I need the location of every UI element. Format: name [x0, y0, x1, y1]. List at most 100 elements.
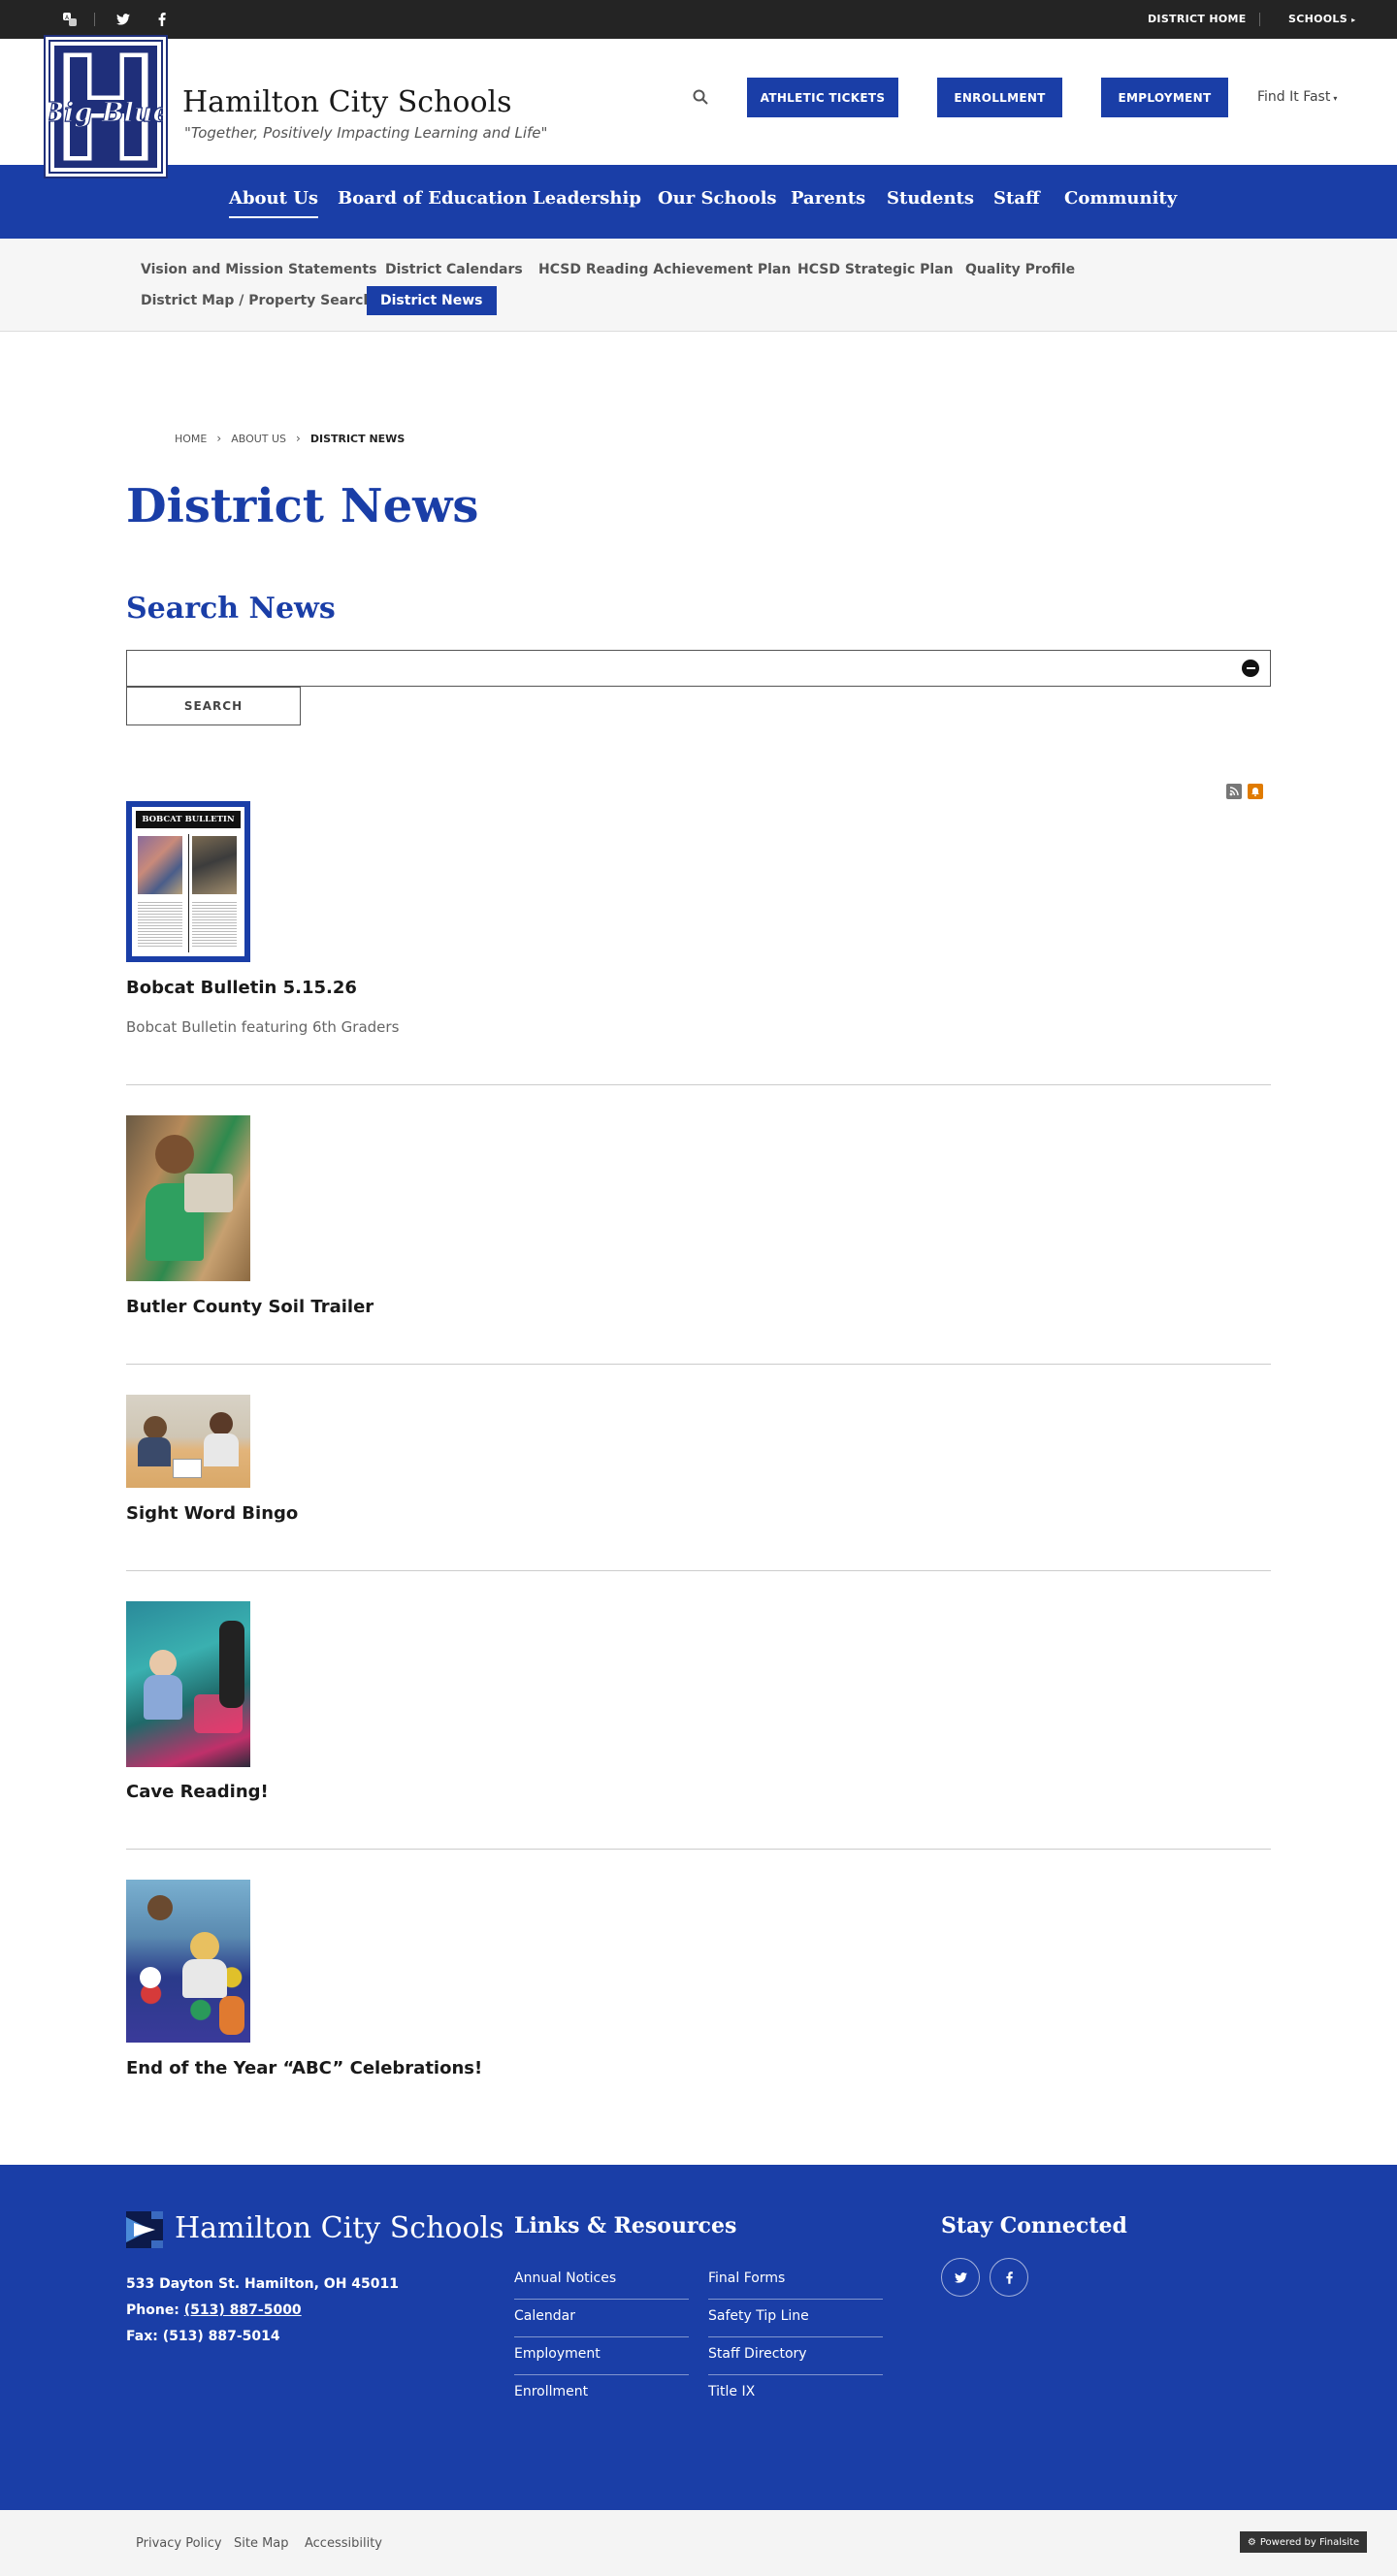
- phone-link[interactable]: (513) 887-5000: [184, 2302, 302, 2318]
- stay-connected-heading: Stay Connected: [941, 2213, 1127, 2238]
- news-thumbnail[interactable]: [126, 1880, 250, 2043]
- schools-dropdown[interactable]: SCHOOLS ▸: [1288, 13, 1355, 25]
- news-title[interactable]: Bobcat Bulletin 5.15.26: [126, 978, 357, 998]
- athletic-tickets-button[interactable]: ATHLETIC TICKETS: [747, 78, 898, 117]
- footer-link-staff-directory[interactable]: Staff Directory: [708, 2337, 883, 2375]
- powered-by-label: Powered by Finalsite: [1259, 2536, 1360, 2548]
- footer-logo-icon: [126, 2211, 163, 2248]
- nav-our-schools[interactable]: Our Schools: [658, 188, 777, 209]
- finalsite-icon: ⚙: [1247, 2536, 1256, 2548]
- caret-down-icon: ▾: [1333, 94, 1338, 103]
- news-thumbnail[interactable]: BOBCAT BULLETIN: [126, 801, 250, 962]
- footer-link-enrollment[interactable]: Enrollment: [514, 2375, 689, 2413]
- phone-label: Phone:: [126, 2302, 179, 2318]
- footer-link-final-forms[interactable]: Final Forms: [708, 2262, 883, 2300]
- search-icon[interactable]: [693, 89, 712, 109]
- footer-link-employment[interactable]: Employment: [514, 2337, 689, 2375]
- enrollment-button[interactable]: ENROLLMENT: [937, 78, 1062, 117]
- facebook-icon[interactable]: [152, 10, 172, 29]
- breadcrumb-current: DISTRICT NEWS: [309, 432, 406, 445]
- news-item: BOBCAT BULLETIN Bobcat Bulletin 5.15.26 …: [126, 801, 1271, 1053]
- nav-staff[interactable]: Staff: [993, 188, 1040, 209]
- news-title[interactable]: Cave Reading!: [126, 1782, 269, 1802]
- nav-students[interactable]: Students: [887, 188, 974, 209]
- employment-button[interactable]: EMPLOYMENT: [1101, 78, 1228, 117]
- accessibility-link[interactable]: Accessibility: [305, 2536, 382, 2551]
- news-title[interactable]: Sight Word Bingo: [126, 1503, 298, 1524]
- footer-link-safety-tip-line[interactable]: Safety Tip Line: [708, 2300, 883, 2337]
- subnav-quality-profile[interactable]: Quality Profile: [952, 255, 1088, 284]
- fax-number: (513) 887-5014: [162, 2329, 280, 2344]
- page-title: District News: [126, 479, 479, 533]
- bulletin-masthead: BOBCAT BULLETIN: [136, 811, 241, 828]
- news-title[interactable]: Butler County Soil Trailer: [126, 1297, 374, 1317]
- rss-icon[interactable]: [1226, 784, 1242, 799]
- twitter-icon[interactable]: [114, 10, 133, 29]
- search-button[interactable]: SEARCH: [126, 687, 301, 725]
- footer-fax: Fax: (513) 887-5014: [126, 2324, 399, 2350]
- subnav-strategic-plan[interactable]: HCSD Strategic Plan: [784, 255, 967, 284]
- nav-board-of-education[interactable]: Board of Education: [338, 188, 528, 209]
- subnav-district-map[interactable]: District Map / Property Search: [127, 286, 386, 315]
- footer-phone: Phone: (513) 887-5000: [126, 2298, 399, 2324]
- chevron-right-icon: ›: [296, 432, 301, 445]
- notification-bell-icon[interactable]: [1248, 784, 1263, 799]
- divider: [1259, 13, 1260, 26]
- breadcrumb-home[interactable]: HOME: [175, 433, 207, 445]
- divider: [126, 1849, 1271, 1850]
- divider: [94, 13, 95, 26]
- footer-link-annual-notices[interactable]: Annual Notices: [514, 2262, 689, 2300]
- news-thumbnail[interactable]: [126, 1395, 250, 1488]
- nav-parents[interactable]: Parents: [791, 188, 865, 209]
- nav-community[interactable]: Community: [1064, 188, 1177, 209]
- breadcrumb-about-us[interactable]: ABOUT US: [231, 433, 286, 445]
- footer-site-title[interactable]: Hamilton City Schools: [175, 2211, 504, 2245]
- news-thumbnail[interactable]: [126, 1115, 250, 1281]
- chevron-right-icon: ›: [216, 432, 222, 445]
- subnav-district-news[interactable]: District News: [367, 286, 497, 315]
- news-search-input[interactable]: [126, 650, 1271, 687]
- news-item: Sight Word Bingo: [126, 1395, 1271, 1530]
- footer-facebook-icon[interactable]: [990, 2258, 1028, 2297]
- district-home-link[interactable]: DISTRICT HOME: [1148, 13, 1247, 25]
- site-title[interactable]: Hamilton City Schools: [182, 85, 512, 119]
- utility-bar: A DISTRICT HOME SCHOOLS ▸: [0, 0, 1397, 39]
- fax-label: Fax:: [126, 2329, 158, 2344]
- privacy-policy-link[interactable]: Privacy Policy: [136, 2536, 222, 2551]
- clear-search-icon[interactable]: [1242, 660, 1259, 677]
- news-thumbnail[interactable]: [126, 1601, 250, 1767]
- site-tagline: "Together, Positively Impacting Learning…: [184, 124, 548, 142]
- district-logo[interactable]: Big Blue: [44, 35, 168, 178]
- news-item: Cave Reading!: [126, 1601, 1271, 1815]
- nav-leadership[interactable]: Leadership: [533, 188, 641, 209]
- find-it-fast-dropdown[interactable]: Find It Fast ▾: [1257, 89, 1337, 105]
- footer-address: 533 Dayton St. Hamilton, OH 45011: [126, 2276, 399, 2292]
- translate-icon[interactable]: A: [60, 10, 80, 29]
- search-news-heading: Search News: [126, 592, 336, 626]
- news-item: Butler County Soil Trailer: [126, 1115, 1271, 1319]
- main-navigation: About Us Board of Education Leadership O…: [0, 165, 1397, 239]
- site-header: Hamilton City Schools "Together, Positiv…: [0, 39, 1397, 165]
- site-map-link[interactable]: Site Map: [234, 2536, 289, 2551]
- footer-link-calendar[interactable]: Calendar: [514, 2300, 689, 2337]
- site-footer: Hamilton City Schools 533 Dayton St. Ham…: [0, 2165, 1397, 2510]
- news-description: Bobcat Bulletin featuring 6th Graders: [126, 1018, 400, 1036]
- footer-link-title-ix[interactable]: Title IX: [708, 2375, 883, 2413]
- section-subnav: Vision and Mission Statements District C…: [0, 239, 1397, 332]
- bottom-bar: Privacy Policy Site Map Accessibility: [0, 2510, 1397, 2576]
- subnav-vision-mission[interactable]: Vision and Mission Statements: [127, 255, 390, 284]
- links-resources-heading: Links & Resources: [514, 2213, 737, 2238]
- footer-twitter-icon[interactable]: [941, 2258, 980, 2297]
- logo-text: Big Blue: [49, 98, 163, 128]
- news-title[interactable]: End of the Year “ABC” Celebrations!: [126, 2058, 482, 2078]
- nav-about-us[interactable]: About Us: [229, 188, 319, 218]
- find-it-fast-label: Find It Fast: [1257, 89, 1331, 105]
- caret-right-icon: ▸: [1351, 16, 1356, 24]
- divider: [126, 1084, 1271, 1085]
- powered-by-badge[interactable]: ⚙ Powered by Finalsite: [1240, 2531, 1367, 2553]
- footer-contact: 533 Dayton St. Hamilton, OH 45011 Phone:…: [126, 2271, 399, 2350]
- subnav-district-calendars[interactable]: District Calendars: [372, 255, 536, 284]
- divider: [126, 1570, 1271, 1571]
- subnav-reading-achievement-plan[interactable]: HCSD Reading Achievement Plan: [525, 255, 804, 284]
- news-item: End of the Year “ABC” Celebrations!: [126, 1880, 1271, 2093]
